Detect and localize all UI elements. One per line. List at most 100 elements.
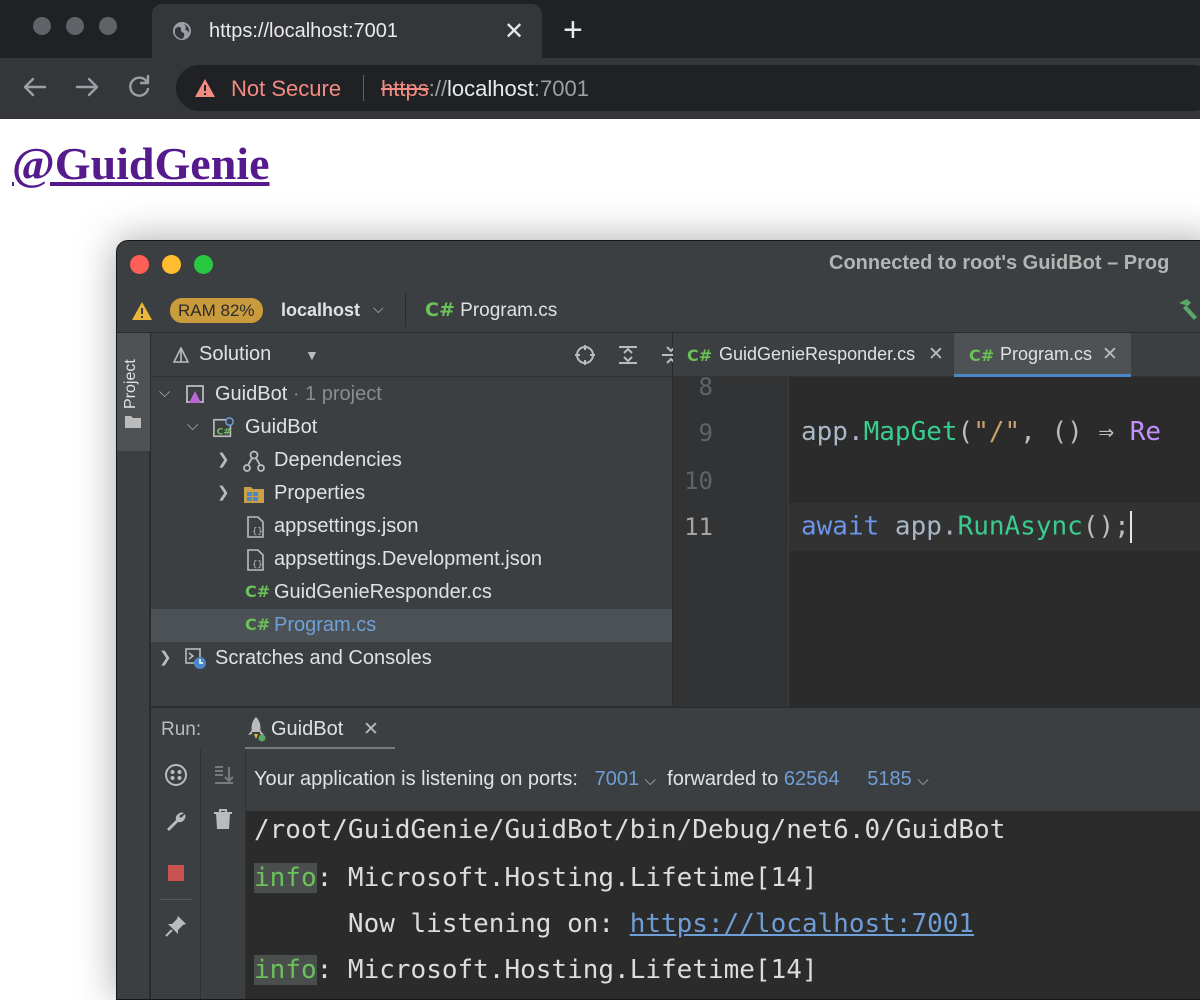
hammer-build-icon[interactable]: [1175, 297, 1200, 323]
locate-crosshair-icon[interactable]: [574, 344, 596, 366]
tree-item-solution[interactable]: ⌵ GuidBot · 1 project: [151, 378, 672, 411]
console-line: /root/GuidGenie/GuidBot/bin/Debug/net6.0…: [254, 815, 1006, 845]
forward-arrow-icon[interactable]: [72, 72, 102, 102]
ide-window-title: Connected to root's GuidBot – Prog: [829, 252, 1170, 274]
url-host: localhost: [447, 76, 534, 101]
address-bar[interactable]: Not Secure https://localhost:7001: [176, 65, 1200, 111]
run-tab-guidbot[interactable]: GuidBot ✕: [245, 708, 395, 750]
not-secure-label[interactable]: Not Secure: [231, 76, 341, 102]
forwarded-port-link[interactable]: 62564: [784, 768, 840, 790]
tree-item-project[interactable]: ⌵ C# GuidBot: [151, 411, 672, 444]
chevron-down-icon[interactable]: ⌵: [187, 417, 198, 434]
browser-toolbar: Not Secure https://localhost:7001: [0, 58, 1200, 119]
dependencies-icon: [243, 450, 265, 472]
trash-icon[interactable]: [211, 807, 235, 831]
port-5185-link[interactable]: 5185: [867, 768, 912, 790]
tab-guidgenieresponder[interactable]: C# GuidGenieResponder.cs ✕: [673, 333, 953, 377]
tree-item-program[interactable]: C# Program.cs: [151, 609, 672, 642]
folder-icon: [125, 416, 141, 428]
services-icon[interactable]: [164, 763, 188, 787]
log-level-badge: info: [254, 863, 317, 893]
run-config-file-label: Program.cs: [460, 300, 558, 321]
line-number: 9: [698, 419, 713, 447]
ports-info: Your application is listening on ports: …: [254, 768, 929, 790]
chevron-right-icon[interactable]: ❯: [159, 648, 172, 666]
csharp-file-icon: C#: [425, 299, 455, 321]
text-caret: [1129, 511, 1132, 543]
chevron-right-icon[interactable]: ❯: [217, 483, 230, 501]
ide-close-button[interactable]: [130, 255, 149, 274]
browser-tab[interactable]: https://localhost:7001 ✕: [152, 4, 542, 58]
close-icon[interactable]: ✕: [363, 718, 379, 741]
tree-item-appsettings[interactable]: {} appsettings.json: [151, 510, 672, 543]
pin-icon[interactable]: [164, 914, 188, 938]
tree-item-label: appsettings.Development.json: [274, 548, 542, 570]
tree-item-label: Program.cs: [274, 614, 377, 636]
code-editor[interactable]: 8 9 10 11 app.MapGet("/", () ⇒ Re await …: [673, 373, 1200, 707]
new-tab-button[interactable]: +: [563, 10, 583, 50]
remote-host-selector[interactable]: localhost: [281, 300, 360, 321]
port-7001-link[interactable]: 7001: [595, 768, 640, 790]
tree-item-label: Properties: [274, 482, 366, 504]
tree-item-label: GuidBot: [245, 416, 318, 438]
ide-title-bar: Connected to root's GuidBot – Prog: [117, 241, 1200, 287]
ide-toolbar: RAM 82% localhost ⌵ C# Program.cs: [117, 287, 1200, 333]
listening-url-link[interactable]: https://localhost:7001: [630, 909, 974, 939]
chevron-down-icon[interactable]: ⌵: [159, 384, 170, 401]
csharp-file-icon: C#: [245, 582, 271, 601]
ram-usage-badge: RAM 82%: [170, 298, 263, 323]
ide-window: Connected to root's GuidBot – Prog RAM 8…: [116, 240, 1200, 1000]
expand-all-icon[interactable]: [617, 344, 639, 366]
close-icon[interactable]: ✕: [928, 343, 944, 366]
project-panel-header: Solution ▼: [151, 333, 695, 377]
svg-text:{}: {}: [252, 560, 263, 570]
csharp-file-icon: C#: [969, 346, 995, 365]
solution-icon: [186, 385, 204, 403]
tree-item-label: GuidGenieResponder.cs: [274, 581, 492, 603]
line-number: 8: [698, 373, 713, 401]
tree-item-label: Dependencies: [274, 449, 402, 471]
close-tab-icon[interactable]: ✕: [504, 17, 524, 46]
window-zoom-button[interactable]: [99, 17, 117, 35]
project-view-selector[interactable]: Solution: [199, 343, 271, 366]
run-config-file[interactable]: C# Program.cs: [425, 299, 557, 322]
chevron-down-icon[interactable]: ⌵: [645, 772, 656, 789]
tree-item-label: Scratches and Consoles: [215, 647, 432, 669]
close-icon[interactable]: ✕: [1102, 343, 1118, 366]
properties-folder-icon: [244, 487, 264, 503]
guidgenie-link[interactable]: @GuidGenie: [12, 137, 270, 191]
svg-text:C#: C#: [217, 426, 232, 437]
window-close-button[interactable]: [33, 17, 51, 35]
left-tool-stripe: Project: [117, 333, 150, 999]
json-file-icon: {}: [247, 549, 264, 571]
tree-item-responder[interactable]: C# GuidGenieResponder.cs: [151, 576, 672, 609]
chevron-down-icon[interactable]: ⌵: [373, 300, 384, 317]
tree-item-appsettings-dev[interactable]: {} appsettings.Development.json: [151, 543, 672, 576]
editor-tab-bar: C# GuidGenieResponder.cs ✕ C# Program.cs…: [673, 333, 1200, 377]
csharp-file-icon: C#: [687, 346, 713, 365]
run-console-output[interactable]: /root/GuidGenie/GuidBot/bin/Debug/net6.0…: [246, 811, 1200, 999]
url-text[interactable]: https://localhost:7001: [381, 76, 589, 102]
project-tool-tab[interactable]: Project: [117, 333, 150, 451]
globe-icon: [173, 22, 191, 40]
ide-zoom-button[interactable]: [194, 255, 213, 274]
console-line: Now listening on: https://localhost:7001: [254, 909, 975, 939]
chevron-down-icon[interactable]: ▼: [305, 347, 319, 363]
chevron-right-icon[interactable]: ❯: [217, 450, 230, 468]
wrench-icon[interactable]: [164, 809, 188, 833]
solution-icon: [173, 347, 189, 363]
tree-item-scratches[interactable]: ❯ Scratches and Consoles: [151, 642, 672, 675]
run-panel-header: Run: GuidBot ✕: [151, 707, 1200, 750]
scroll-to-end-icon[interactable]: [211, 763, 235, 787]
reload-icon[interactable]: [124, 72, 154, 102]
tree-item-properties[interactable]: ❯ Properties: [151, 477, 672, 510]
tree-item-dependencies[interactable]: ❯ Dependencies: [151, 444, 672, 477]
tab-program[interactable]: C# Program.cs ✕: [954, 333, 1131, 377]
window-minimize-button[interactable]: [66, 17, 84, 35]
chevron-down-icon[interactable]: ⌵: [917, 772, 928, 789]
back-arrow-icon[interactable]: [20, 72, 50, 102]
url-scheme: https: [381, 76, 429, 101]
stop-icon[interactable]: [164, 861, 188, 885]
ide-minimize-button[interactable]: [162, 255, 181, 274]
console-line: info: Microsoft.Hosting.Lifetime[14]: [254, 863, 818, 893]
